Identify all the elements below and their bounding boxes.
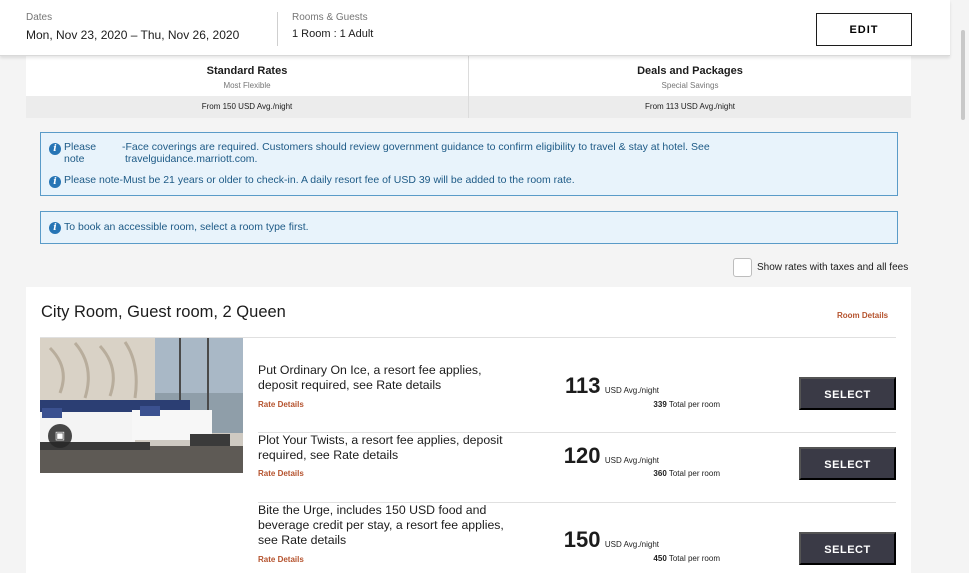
tab-deals-packages[interactable]: Deals and Packages Special Savings From …: [469, 56, 911, 118]
tab-title: Standard Rates: [206, 65, 288, 77]
header-divider: [277, 12, 278, 46]
rate-details-link[interactable]: Rate Details: [258, 555, 304, 564]
price-amount: 113: [564, 373, 601, 398]
tab-from-price: From 150 USD Avg./night: [26, 96, 468, 118]
total-price: 339 Total per room: [620, 400, 720, 409]
tab-title: Deals and Packages: [637, 65, 743, 77]
total-label: Total per room: [668, 469, 720, 478]
info-icon: i: [49, 143, 61, 155]
rooms-guests-value[interactable]: 1 Room : 1 Adult: [292, 28, 373, 40]
rate-description-line: beverage credit per stay, a resort fee a…: [258, 518, 504, 532]
price-unit: USD Avg./night: [604, 456, 659, 465]
nightly-price: 113 USD Avg./night: [509, 373, 659, 399]
rate-description: Plot Your Twists, a resort fee applies, …: [258, 433, 548, 463]
search-summary-header: Dates Mon, Nov 23, 2020 – Thu, Nov 26, 2…: [0, 0, 950, 56]
total-amount: 450: [653, 554, 667, 563]
room-title: City Room, Guest room, 2 Queen: [41, 303, 286, 321]
dates-value[interactable]: Mon, Nov 23, 2020 – Thu, Nov 26, 2020: [26, 28, 239, 42]
total-amount: 360: [653, 469, 667, 478]
rate-description: Bite the Urge, includes 150 USD food and…: [258, 503, 548, 548]
rate-description-line: deposit required, see Rate details: [258, 378, 442, 392]
rate-description-line: Bite the Urge, includes 150 USD food and: [258, 503, 487, 517]
tab-subtitle: Special Savings: [661, 81, 719, 90]
tab-standard-rates[interactable]: Standard Rates Most Flexible From 150 US…: [26, 56, 468, 118]
select-rate-button[interactable]: SELECT: [799, 532, 896, 565]
rate-row: Bite the Urge, includes 150 USD food and…: [258, 503, 896, 573]
total-price: 360 Total per room: [620, 469, 720, 478]
age-resort-fee-notice: Please note-Must be 21 years or older to…: [64, 174, 575, 186]
nightly-price: 150 USD Avg./night: [509, 527, 659, 553]
taxes-fees-label[interactable]: Show rates with taxes and all fees: [757, 262, 908, 273]
rate-type-tabs: Standard Rates Most Flexible From 150 US…: [26, 56, 911, 118]
total-label: Total per room: [668, 554, 720, 563]
nightly-price: 120 USD Avg./night: [509, 443, 659, 469]
tab-subtitle: Most Flexible: [223, 81, 271, 90]
rate-description: Put Ordinary On Ice, a resort fee applie…: [258, 363, 548, 393]
hotel-notice-box: i Please note -Face coverings are requir…: [40, 132, 898, 196]
select-rate-button[interactable]: SELECT: [799, 447, 896, 480]
rate-description-line: Put Ordinary On Ice, a resort fee applie…: [258, 363, 482, 377]
scrollbar-thumb[interactable]: [961, 30, 965, 120]
rate-row: Plot Your Twists, a resort fee applies, …: [258, 433, 896, 503]
info-icon: i: [49, 176, 61, 188]
rate-details-link[interactable]: Rate Details: [258, 469, 304, 478]
room-photo-illustration: [40, 338, 243, 473]
price-amount: 150: [563, 527, 601, 552]
tab-from-price: From 113 USD Avg./night: [469, 96, 911, 118]
please-note-label-2: note: [64, 153, 85, 165]
gallery-icon[interactable]: ▣: [48, 424, 72, 448]
rate-details-link[interactable]: Rate Details: [258, 400, 304, 409]
taxes-fees-checkbox[interactable]: [733, 258, 752, 277]
rate-row: Put Ordinary On Ice, a resort fee applie…: [258, 363, 896, 433]
price-unit: USD Avg./night: [604, 386, 659, 395]
room-details-link[interactable]: Room Details: [837, 311, 888, 320]
rooms-guests-label: Rooms & Guests: [292, 12, 368, 23]
accessible-room-notice: i To book an accessible room, select a r…: [40, 211, 898, 244]
covid-notice-line-1: -Face coverings are required. Customers …: [122, 141, 710, 153]
room-card: City Room, Guest room, 2 Queen Room Deta…: [26, 287, 911, 573]
travel-guidance-link[interactable]: travelguidance.marriott.com.: [125, 153, 257, 165]
total-price: 450 Total per room: [620, 554, 720, 563]
rate-description-line: required, see Rate details: [258, 448, 399, 462]
accessible-room-text: To book an accessible room, select a roo…: [64, 221, 309, 233]
price-unit: USD Avg./night: [604, 540, 659, 549]
total-label: Total per room: [668, 400, 720, 409]
info-icon: i: [49, 222, 61, 234]
price-amount: 120: [563, 443, 601, 468]
rate-description-line: Plot Your Twists, a resort fee applies, …: [258, 433, 503, 447]
room-photo[interactable]: ▣: [40, 338, 243, 473]
dates-label: Dates: [26, 12, 53, 23]
please-note-label-1: Please: [64, 141, 97, 153]
edit-button[interactable]: EDIT: [816, 13, 912, 46]
select-rate-button[interactable]: SELECT: [799, 377, 896, 410]
total-amount: 339: [653, 400, 667, 409]
rate-description-line: see Rate details: [258, 533, 347, 547]
